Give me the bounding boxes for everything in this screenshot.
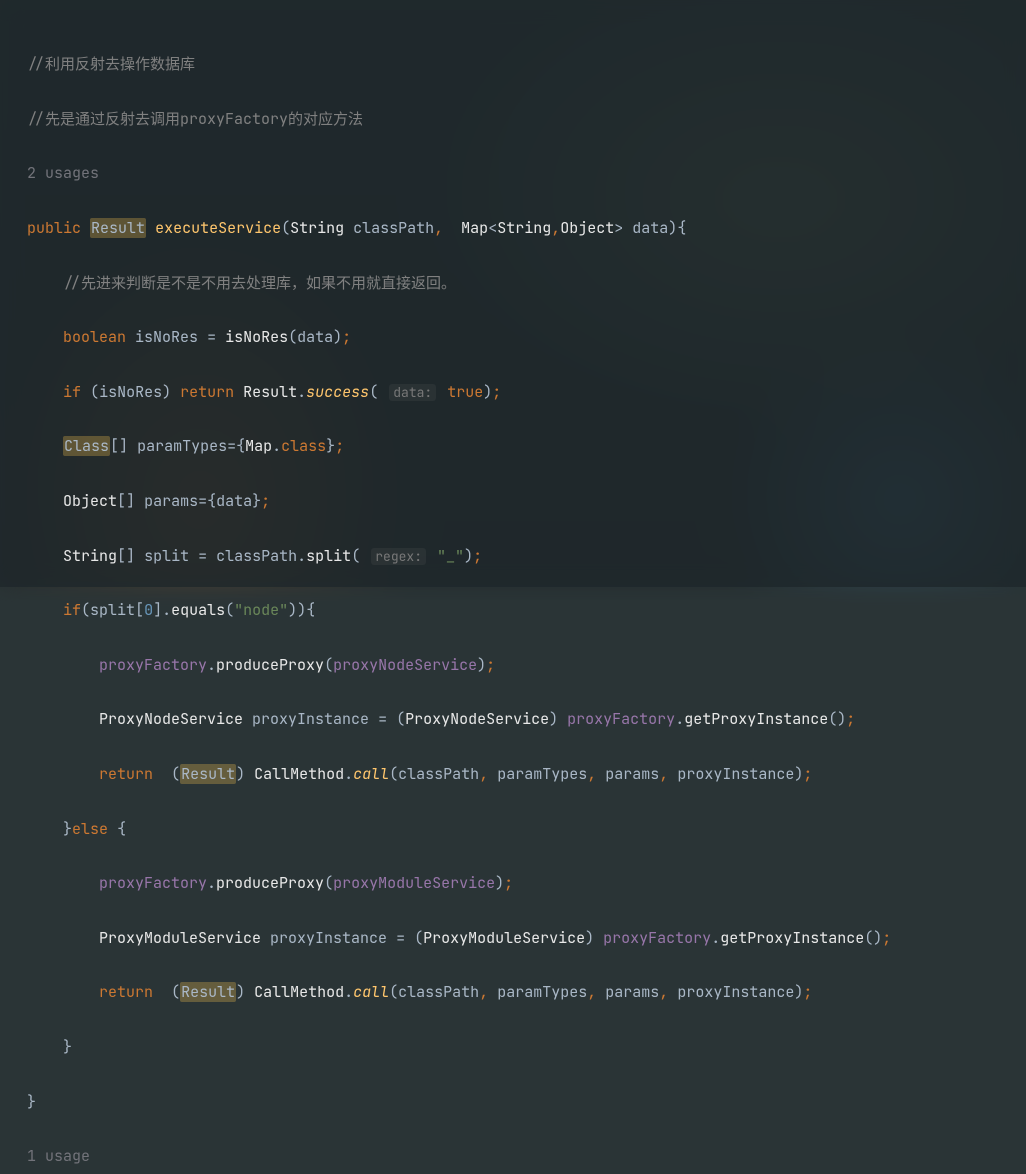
code-line: String[] split = classPath.split( regex:…: [27, 543, 891, 570]
param: classPath: [353, 218, 434, 238]
field: proxyModuleService: [333, 873, 495, 893]
code-line: boolean isNoRes = isNoRes(data);: [27, 324, 891, 351]
kw-return: return: [180, 382, 234, 402]
arg: params: [605, 764, 659, 784]
usages-hint[interactable]: 1 usage: [27, 1146, 90, 1166]
arg: classPath: [398, 764, 479, 784]
call: split: [306, 546, 351, 566]
kw-true: true: [447, 382, 483, 402]
arg: proxyInstance: [677, 982, 794, 1002]
var: proxyInstance: [252, 709, 369, 729]
arg: classPath: [398, 982, 479, 1002]
code-line: if (isNoRes) return Result.success( data…: [27, 379, 891, 406]
code-line: Object[] params={data};: [27, 488, 891, 515]
code-line: 1 usage: [27, 1143, 891, 1170]
var: isNoRes: [135, 327, 198, 347]
number: 0: [144, 600, 153, 620]
type-string: String: [290, 218, 344, 238]
code-editor[interactable]: //利用反射去操作数据库 //先是通过反射去调用proxyFactory的对应方…: [27, 24, 891, 1174]
code-line: public Result executeService(String clas…: [27, 215, 891, 242]
arg: data: [297, 327, 333, 347]
code-line: //利用反射去操作数据库: [27, 51, 891, 78]
type-map: Map: [245, 436, 272, 456]
comment: //先是通过反射去调用proxyFactory的对应方法: [27, 109, 363, 129]
var: classPath: [216, 546, 297, 566]
type-result: Result: [243, 382, 297, 402]
method-call: call: [353, 982, 389, 1002]
call: produceProxy: [216, 873, 324, 893]
inline-hint: data:: [389, 384, 436, 401]
field: proxyFactory: [567, 709, 675, 729]
var: params: [144, 491, 198, 511]
method-success: success: [306, 382, 369, 402]
method-name: executeService: [155, 218, 281, 238]
code-line: //先进来判断是不是不用去处理库，如果不用就直接返回。: [27, 270, 891, 297]
code-line: ProxyModuleService proxyInstance = (Prox…: [27, 925, 891, 952]
usages-hint[interactable]: 2 usages: [27, 163, 99, 183]
type-class: Class: [63, 436, 110, 456]
kw-return: return: [99, 764, 153, 784]
string: "_": [437, 546, 464, 566]
type-string: String: [63, 546, 117, 566]
code-line: proxyFactory.produceProxy(proxyModuleSer…: [27, 870, 891, 897]
field: proxyFactory: [99, 655, 207, 675]
call: equals: [171, 600, 225, 620]
code-line: if(split[0].equals("node")){: [27, 597, 891, 624]
kw-if: if: [63, 382, 81, 402]
code-line: }: [27, 1034, 891, 1061]
type-object: Object: [63, 491, 117, 511]
var: isNoRes: [99, 382, 162, 402]
string: "node": [234, 600, 288, 620]
code-line: Class[] paramTypes={Map.class};: [27, 433, 891, 460]
call: getProxyInstance: [720, 928, 864, 948]
type-object: Object: [560, 218, 614, 238]
call: produceProxy: [216, 655, 324, 675]
var: split: [90, 600, 135, 620]
method-call: call: [353, 764, 389, 784]
var: data: [216, 491, 252, 511]
code-line: proxyFactory.produceProxy(proxyNodeServi…: [27, 652, 891, 679]
code-line: 2 usages: [27, 160, 891, 187]
type-string: String: [497, 218, 551, 238]
code-line: return (Result) CallMethod.call(classPat…: [27, 761, 891, 788]
arg: proxyInstance: [677, 764, 794, 784]
comment: //先进来判断是不是不用去处理库，如果不用就直接返回。: [63, 273, 456, 293]
code-line: return (Result) CallMethod.call(classPat…: [27, 979, 891, 1006]
type-map: Map: [461, 218, 488, 238]
code-line: ProxyNodeService proxyInstance = (ProxyN…: [27, 706, 891, 733]
code-line: //先是通过反射去调用proxyFactory的对应方法: [27, 106, 891, 133]
kw-boolean: boolean: [63, 327, 126, 347]
param: data: [632, 218, 668, 238]
type-result: Result: [180, 764, 236, 784]
kw-return: return: [99, 982, 153, 1002]
var: proxyInstance: [270, 928, 387, 948]
field: proxyFactory: [99, 873, 207, 893]
kw-else: else: [72, 819, 108, 839]
type-result: Result: [180, 982, 236, 1002]
code-line: }else {: [27, 816, 891, 843]
inline-hint: regex:: [371, 548, 426, 565]
type: ProxyNodeService: [405, 709, 549, 729]
type: ProxyModuleService: [423, 928, 585, 948]
var: paramTypes: [137, 436, 227, 456]
call: getProxyInstance: [684, 709, 828, 729]
arg: paramTypes: [497, 982, 587, 1002]
call: isNoRes: [225, 327, 288, 347]
comment: //利用反射去操作数据库: [27, 54, 195, 74]
var: split: [144, 546, 189, 566]
field: proxyFactory: [603, 928, 711, 948]
type: ProxyModuleService: [99, 928, 261, 948]
type: CallMethod: [254, 982, 344, 1002]
kw-if: if: [63, 600, 81, 620]
type-result: Result: [90, 218, 146, 238]
kw-public: public: [27, 218, 81, 238]
kw-class: class: [281, 436, 326, 456]
arg: params: [605, 982, 659, 1002]
type: ProxyNodeService: [99, 709, 243, 729]
code-line: }: [27, 1089, 891, 1116]
arg: paramTypes: [497, 764, 587, 784]
field: proxyNodeService: [333, 655, 477, 675]
type: CallMethod: [254, 764, 344, 784]
